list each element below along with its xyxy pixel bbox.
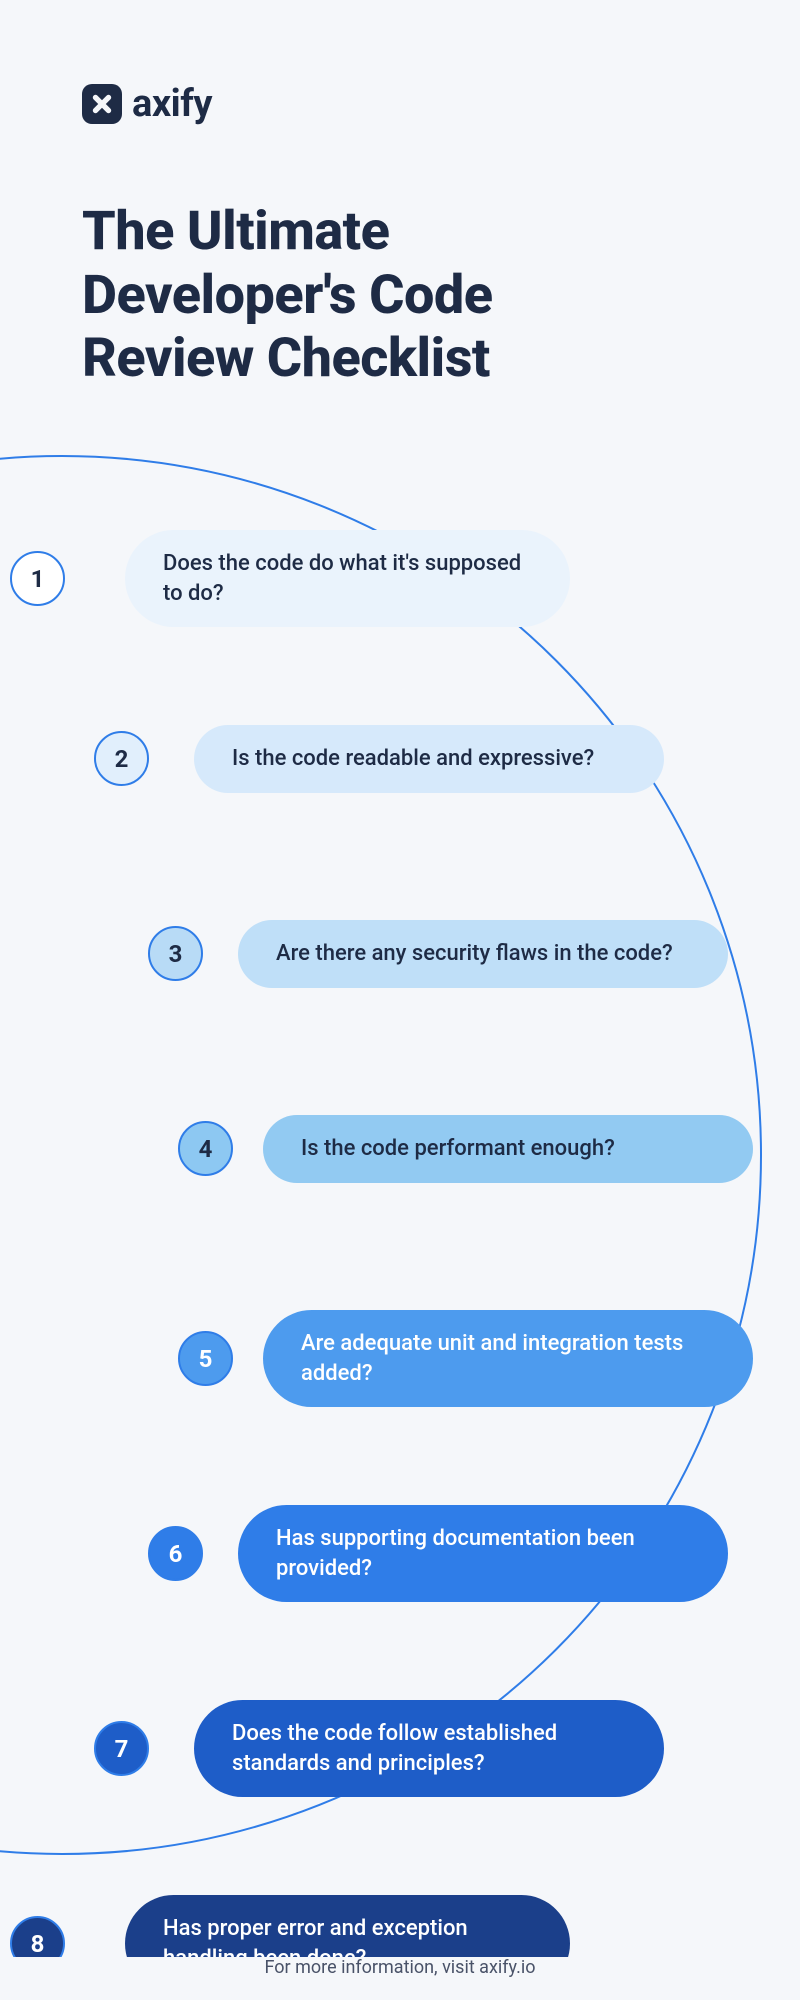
item-number-badge: 4 <box>178 1121 233 1176</box>
item-number-badge: 3 <box>148 926 203 981</box>
item-text-pill: Is the code performant enough? <box>263 1115 753 1183</box>
item-text-pill: Has supporting documentation been provid… <box>238 1505 728 1602</box>
checklist-item-3: 3 Are there any security flaws in the co… <box>148 920 728 988</box>
page-title: The Ultimate Developer's Code Review Che… <box>82 200 662 391</box>
footer-text: For more information, visit axify.io <box>0 1957 800 2000</box>
item-text-pill: Does the code do what it's supposed to d… <box>125 530 570 627</box>
item-text-pill: Are there any security flaws in the code… <box>238 920 728 988</box>
checklist-item-4: 4 Is the code performant enough? <box>178 1115 753 1183</box>
checklist-item-6: 6 Has supporting documentation been prov… <box>148 1505 728 1602</box>
item-number-badge: 2 <box>94 731 149 786</box>
checklist-item-2: 2 Is the code readable and expressive? <box>94 725 664 793</box>
brand-name: axify <box>132 82 212 126</box>
item-number-badge: 5 <box>178 1331 233 1386</box>
logo-x-icon <box>89 91 115 117</box>
item-number-badge: 6 <box>148 1526 203 1581</box>
item-text-pill: Are adequate unit and integration tests … <box>263 1310 753 1407</box>
checklist-item-7: 7 Does the code follow established stand… <box>94 1700 664 1797</box>
brand-logo: axify <box>82 82 212 126</box>
brand-logo-mark <box>82 84 122 124</box>
item-number-badge: 1 <box>10 551 65 606</box>
checklist-item-1: 1 Does the code do what it's supposed to… <box>10 530 570 627</box>
checklist-item-5: 5 Are adequate unit and integration test… <box>178 1310 753 1407</box>
item-text-pill: Is the code readable and expressive? <box>194 725 664 793</box>
item-text-pill: Does the code follow established standar… <box>194 1700 664 1797</box>
item-number-badge: 7 <box>94 1721 149 1776</box>
